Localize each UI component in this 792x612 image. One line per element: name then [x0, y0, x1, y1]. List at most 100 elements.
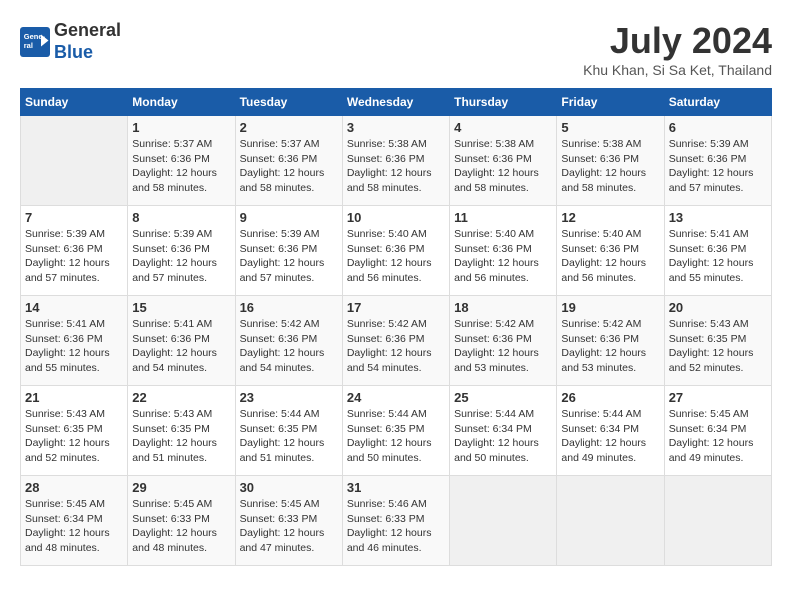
day-info: Sunrise: 5:37 AMSunset: 6:36 PMDaylight:…: [132, 137, 230, 196]
day-info: Sunrise: 5:44 AMSunset: 6:34 PMDaylight:…: [454, 407, 552, 466]
day-number: 21: [25, 390, 123, 405]
day-info: Sunrise: 5:43 AMSunset: 6:35 PMDaylight:…: [132, 407, 230, 466]
day-number: 22: [132, 390, 230, 405]
table-row: 3 Sunrise: 5:38 AMSunset: 6:36 PMDaylight…: [342, 116, 449, 206]
day-number: 6: [669, 120, 767, 135]
col-friday: Friday: [557, 89, 664, 116]
col-tuesday: Tuesday: [235, 89, 342, 116]
day-number: 14: [25, 300, 123, 315]
day-info: Sunrise: 5:37 AMSunset: 6:36 PMDaylight:…: [240, 137, 338, 196]
day-number: 16: [240, 300, 338, 315]
day-info: Sunrise: 5:42 AMSunset: 6:36 PMDaylight:…: [240, 317, 338, 376]
calendar-body: 1 Sunrise: 5:37 AMSunset: 6:36 PMDaylight…: [21, 116, 772, 566]
table-row: 8Sunrise: 5:39 AMSunset: 6:36 PMDaylight…: [128, 206, 235, 296]
table-row: 13Sunrise: 5:41 AMSunset: 6:36 PMDayligh…: [664, 206, 771, 296]
table-row: 12Sunrise: 5:40 AMSunset: 6:36 PMDayligh…: [557, 206, 664, 296]
day-number: 10: [347, 210, 445, 225]
logo-line1: General: [54, 20, 121, 40]
day-number: 15: [132, 300, 230, 315]
day-info: Sunrise: 5:42 AMSunset: 6:36 PMDaylight:…: [454, 317, 552, 376]
day-number: 4: [454, 120, 552, 135]
calendar-week-row: 7 Sunrise: 5:39 AMSunset: 6:36 PMDaylight…: [21, 206, 772, 296]
page-header: Gene- ral General Blue July 2024 Khu Kha…: [20, 20, 772, 78]
day-info: Sunrise: 5:43 AMSunset: 6:35 PMDaylight:…: [25, 407, 123, 466]
table-row: 28 Sunrise: 5:45 AMSunset: 6:34 PMDayligh…: [21, 476, 128, 566]
day-info: Sunrise: 5:41 AMSunset: 6:36 PMDaylight:…: [25, 317, 123, 376]
table-row: 20Sunrise: 5:43 AMSunset: 6:35 PMDayligh…: [664, 296, 771, 386]
table-row: 11 Sunrise: 5:40 AMSunset: 6:36 PMDayligh…: [450, 206, 557, 296]
table-row: 21 Sunrise: 5:43 AMSunset: 6:35 PMDayligh…: [21, 386, 128, 476]
svg-text:ral: ral: [24, 41, 33, 50]
col-wednesday: Wednesday: [342, 89, 449, 116]
day-number: 7: [25, 210, 123, 225]
day-number: 3: [347, 120, 445, 135]
day-number: 18: [454, 300, 552, 315]
location: Khu Khan, Si Sa Ket, Thailand: [583, 62, 772, 78]
table-row: 16 Sunrise: 5:42 AMSunset: 6:36 PMDayligh…: [235, 296, 342, 386]
day-number: 30: [240, 480, 338, 495]
day-number: 9: [240, 210, 338, 225]
day-number: 27: [669, 390, 767, 405]
day-info: Sunrise: 5:38 AMSunset: 6:36 PMDaylight:…: [347, 137, 445, 196]
calendar-week-row: 28 Sunrise: 5:45 AMSunset: 6:34 PMDayligh…: [21, 476, 772, 566]
day-info: Sunrise: 5:40 AMSunset: 6:36 PMDaylight:…: [561, 227, 659, 286]
calendar-week-row: 1 Sunrise: 5:37 AMSunset: 6:36 PMDaylight…: [21, 116, 772, 206]
table-row: 19 Sunrise: 5:42 AMSunset: 6:36 PMDayligh…: [557, 296, 664, 386]
day-number: 23: [240, 390, 338, 405]
day-number: 1: [132, 120, 230, 135]
day-number: 28: [25, 480, 123, 495]
table-row: [450, 476, 557, 566]
day-number: 29: [132, 480, 230, 495]
day-info: Sunrise: 5:42 AMSunset: 6:36 PMDaylight:…: [561, 317, 659, 376]
day-info: Sunrise: 5:40 AMSunset: 6:36 PMDaylight:…: [454, 227, 552, 286]
day-info: Sunrise: 5:41 AMSunset: 6:36 PMDaylight:…: [669, 227, 767, 286]
table-row: 24 Sunrise: 5:44 AMSunset: 6:35 PMDayligh…: [342, 386, 449, 476]
day-number: 24: [347, 390, 445, 405]
day-info: Sunrise: 5:38 AMSunset: 6:36 PMDaylight:…: [561, 137, 659, 196]
day-info: Sunrise: 5:40 AMSunset: 6:36 PMDaylight:…: [347, 227, 445, 286]
table-row: 14 Sunrise: 5:41 AMSunset: 6:36 PMDayligh…: [21, 296, 128, 386]
day-info: Sunrise: 5:45 AMSunset: 6:34 PMDaylight:…: [25, 497, 123, 556]
logo-line2: Blue: [54, 42, 93, 62]
day-info: Sunrise: 5:39 AMSunset: 6:36 PMDaylight:…: [669, 137, 767, 196]
col-monday: Monday: [128, 89, 235, 116]
day-number: 8: [132, 210, 230, 225]
table-row: 30 Sunrise: 5:45 AMSunset: 6:33 PMDayligh…: [235, 476, 342, 566]
day-info: Sunrise: 5:45 AMSunset: 6:33 PMDaylight:…: [240, 497, 338, 556]
day-info: Sunrise: 5:38 AMSunset: 6:36 PMDaylight:…: [454, 137, 552, 196]
table-row: 9 Sunrise: 5:39 AMSunset: 6:36 PMDaylight…: [235, 206, 342, 296]
day-number: 19: [561, 300, 659, 315]
day-info: Sunrise: 5:44 AMSunset: 6:35 PMDaylight:…: [347, 407, 445, 466]
calendar-week-row: 21 Sunrise: 5:43 AMSunset: 6:35 PMDayligh…: [21, 386, 772, 476]
day-number: 17: [347, 300, 445, 315]
logo: Gene- ral General Blue: [20, 20, 121, 63]
day-number: 11: [454, 210, 552, 225]
title-block: July 2024 Khu Khan, Si Sa Ket, Thailand: [583, 20, 772, 78]
day-number: 25: [454, 390, 552, 405]
table-row: 23Sunrise: 5:44 AMSunset: 6:35 PMDayligh…: [235, 386, 342, 476]
day-info: Sunrise: 5:41 AMSunset: 6:36 PMDaylight:…: [132, 317, 230, 376]
table-row: 22 Sunrise: 5:43 AMSunset: 6:35 PMDayligh…: [128, 386, 235, 476]
table-row: [21, 116, 128, 206]
day-info: Sunrise: 5:39 AMSunset: 6:36 PMDaylight:…: [240, 227, 338, 286]
day-info: Sunrise: 5:46 AMSunset: 6:33 PMDaylight:…: [347, 497, 445, 556]
table-row: 4 Sunrise: 5:38 AMSunset: 6:36 PMDaylight…: [450, 116, 557, 206]
day-info: Sunrise: 5:39 AMSunset: 6:36 PMDaylight:…: [25, 227, 123, 286]
col-thursday: Thursday: [450, 89, 557, 116]
calendar-table: Sunday Monday Tuesday Wednesday Thursday…: [20, 88, 772, 566]
calendar-header-row: Sunday Monday Tuesday Wednesday Thursday…: [21, 89, 772, 116]
day-info: Sunrise: 5:44 AMSunset: 6:34 PMDaylight:…: [561, 407, 659, 466]
table-row: 31Sunrise: 5:46 AMSunset: 6:33 PMDayligh…: [342, 476, 449, 566]
day-info: Sunrise: 5:43 AMSunset: 6:35 PMDaylight:…: [669, 317, 767, 376]
col-sunday: Sunday: [21, 89, 128, 116]
table-row: 5Sunrise: 5:38 AMSunset: 6:36 PMDaylight…: [557, 116, 664, 206]
table-row: 25 Sunrise: 5:44 AMSunset: 6:34 PMDayligh…: [450, 386, 557, 476]
table-row: 15 Sunrise: 5:41 AMSunset: 6:36 PMDayligh…: [128, 296, 235, 386]
table-row: 27Sunrise: 5:45 AMSunset: 6:34 PMDayligh…: [664, 386, 771, 476]
logo-icon: Gene- ral: [20, 27, 50, 57]
day-info: Sunrise: 5:45 AMSunset: 6:33 PMDaylight:…: [132, 497, 230, 556]
table-row: 17Sunrise: 5:42 AMSunset: 6:36 PMDayligh…: [342, 296, 449, 386]
day-number: 2: [240, 120, 338, 135]
table-row: 26Sunrise: 5:44 AMSunset: 6:34 PMDayligh…: [557, 386, 664, 476]
col-saturday: Saturday: [664, 89, 771, 116]
